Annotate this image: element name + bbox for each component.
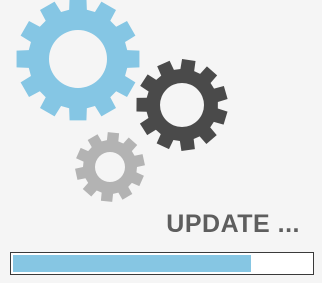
medium-dark-gear-icon	[136, 59, 228, 151]
update-progress-bar	[10, 252, 314, 275]
small-gray-gear-icon	[75, 132, 145, 202]
large-blue-gear-icon	[16, 0, 140, 121]
progress-bar-fill	[13, 255, 252, 272]
update-screen: UPDATE ...	[0, 0, 322, 283]
gears-illustration	[16, 0, 228, 202]
update-status-label: UPDATE ...	[166, 210, 300, 238]
